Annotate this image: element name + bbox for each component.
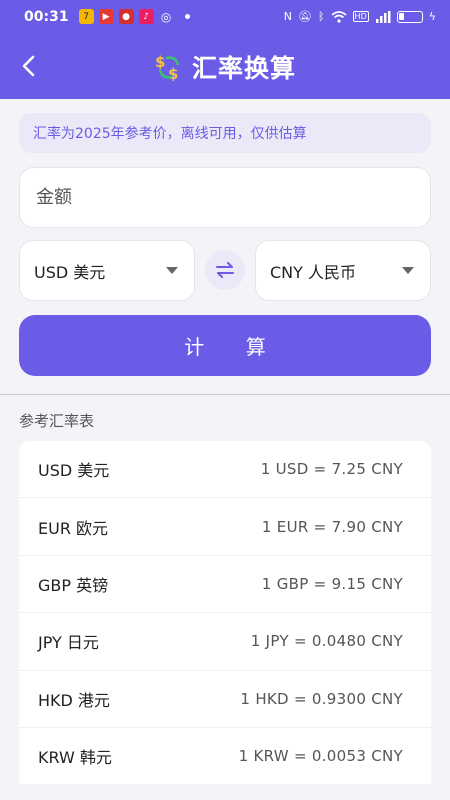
music-app-icon: ♪ xyxy=(138,9,154,24)
notification-app-icons: 7 ▶ ● ♪ ◎ xyxy=(78,9,190,24)
svg-text:$: $ xyxy=(155,53,165,71)
charging-icon: ϟ xyxy=(428,10,436,23)
swap-currency-button[interactable] xyxy=(205,250,245,290)
rate-row: USD 美元 1 USD = 7.25 CNY xyxy=(19,441,431,499)
status-bar: 00:31 7 ▶ ● ♪ ◎ N 🔕︎ ᛒ HD ϟ xyxy=(0,0,450,33)
rate-value: 1 KRW = 0.0053 CNY xyxy=(238,747,403,766)
rate-row: HKD 港元 1 HKD = 0.9300 CNY xyxy=(19,671,431,728)
battery-icon xyxy=(396,10,423,23)
rate-currency: HKD 港元 xyxy=(38,690,110,710)
rate-currency: JPY 日元 xyxy=(38,633,99,653)
status-time: 00:31 xyxy=(24,8,69,25)
more-notifications-icon xyxy=(184,14,190,19)
signal-icon xyxy=(375,10,391,23)
rate-value: 1 EUR = 7.90 CNY xyxy=(261,517,403,536)
rate-value: 1 HKD = 0.9300 CNY xyxy=(240,689,403,708)
from-currency-label: USD 美元 xyxy=(34,262,106,282)
calculate-button[interactable]: 计 算 xyxy=(19,315,431,376)
to-currency-select[interactable]: CNY 人民币 xyxy=(255,240,431,301)
rate-row: JPY 日元 1 JPY = 0.0480 CNY xyxy=(19,613,431,671)
rate-currency: USD 美元 xyxy=(38,461,110,481)
app-icon: 7 xyxy=(78,9,94,24)
mute-icon: 🔕︎ xyxy=(297,10,312,23)
rate-value: 1 USD = 7.25 CNY xyxy=(260,460,403,479)
hd-icon: HD xyxy=(352,11,369,22)
rate-notice: 汇率为2025年参考价，离线可用，仅供估算 xyxy=(19,113,431,153)
to-currency-label: CNY 人民币 xyxy=(270,262,357,282)
rate-value: 1 JPY = 0.0480 CNY xyxy=(250,632,403,651)
wifi-icon xyxy=(331,10,347,23)
amount-input[interactable] xyxy=(19,167,431,228)
rate-row: EUR 欧元 1 EUR = 7.90 CNY xyxy=(19,498,431,556)
chevron-down-icon xyxy=(166,267,178,274)
swap-arrows-icon xyxy=(216,262,234,278)
rate-currency: KRW 韩元 xyxy=(38,748,112,768)
page-title: 汇率换算 xyxy=(191,54,296,83)
svg-text:$: $ xyxy=(168,65,178,82)
app-bar: $ $ 汇率换算 xyxy=(0,33,450,99)
rate-currency: EUR 欧元 xyxy=(38,518,109,538)
chevron-down-icon xyxy=(402,267,414,274)
from-currency-select[interactable]: USD 美元 xyxy=(19,240,195,301)
rate-value: 1 GBP = 9.15 CNY xyxy=(261,574,403,593)
video-app-icon: ▶ xyxy=(98,9,114,24)
notice-text: 汇率为2025年参考价，离线可用，仅供估算 xyxy=(33,126,307,142)
rate-row: GBP 英镑 1 GBP = 9.15 CNY xyxy=(19,556,431,614)
rate-currency: GBP 英镑 xyxy=(38,575,109,595)
wechat-icon: ◎ xyxy=(160,9,172,24)
status-indicators: N 🔕︎ ᛒ HD ϟ xyxy=(284,10,436,23)
shopping-app-icon: ● xyxy=(118,9,134,24)
nfc-icon: N xyxy=(283,10,292,23)
section-divider xyxy=(0,394,450,395)
bluetooth-icon: ᛒ xyxy=(317,10,325,23)
rate-table: USD 美元 1 USD = 7.25 CNY EUR 欧元 1 EUR = 7.90… xyxy=(19,441,431,786)
rates-section-title: 参考汇率表 xyxy=(19,412,95,430)
currency-exchange-icon: $ $ xyxy=(155,53,180,82)
rate-row: KRW 韩元 1 KRW = 0.0053 CNY xyxy=(19,728,431,786)
title-group: $ $ 汇率换算 xyxy=(0,49,450,85)
